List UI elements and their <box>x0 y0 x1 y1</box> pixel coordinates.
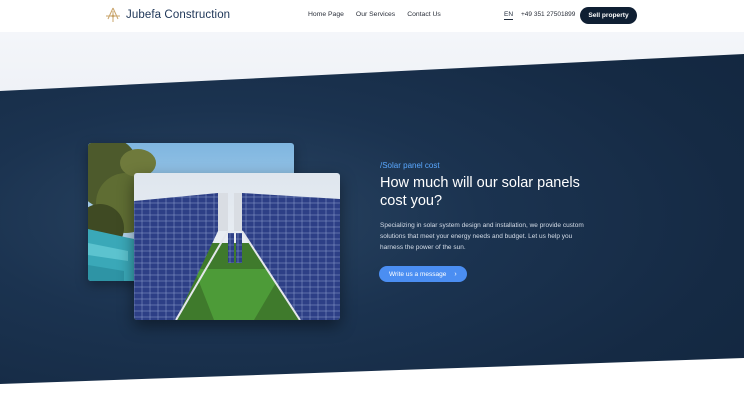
hero-headline: How much will our solar panels cost you? <box>380 175 580 209</box>
site-header: Jubefa Construction Home Page Our Servic… <box>0 0 744 32</box>
write-us-label: Write us a message <box>389 270 447 278</box>
section-eyebrow: /Solar panel cost <box>380 161 440 170</box>
language-switcher[interactable]: EN <box>504 11 514 20</box>
page: Jubefa Construction Home Page Our Servic… <box>0 0 744 418</box>
nav-our-services[interactable]: Our Services <box>356 11 395 18</box>
write-us-button[interactable]: Write us a message › <box>379 266 467 282</box>
nav-contact-us[interactable]: Contact Us <box>407 11 441 18</box>
chevron-right-icon: › <box>454 270 457 278</box>
solar-photo-front <box>134 173 340 320</box>
brand-name: Jubefa Construction <box>126 9 231 21</box>
brand-logo[interactable]: Jubefa Construction <box>104 7 230 23</box>
nav-home-page[interactable]: Home Page <box>308 11 344 18</box>
main-nav: Home Page Our Services Contact Us <box>308 11 441 18</box>
phone-link[interactable]: +49 351 27501899 <box>521 11 575 18</box>
sell-property-button[interactable]: Sell property <box>580 7 637 24</box>
compass-house-logo-icon <box>106 7 120 22</box>
hero-description: Specializing in solar system design and … <box>380 222 584 251</box>
